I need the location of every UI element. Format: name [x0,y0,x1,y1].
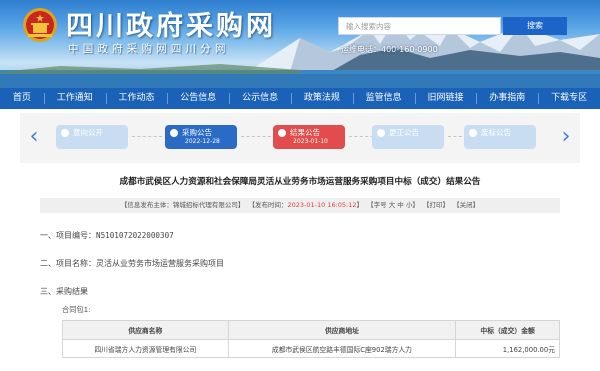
step-dot-icon [170,129,178,137]
contract-package-label: 合同包1: [62,305,91,314]
nav-item-work-news[interactable]: 工作动态 [105,88,168,109]
procurement-stage-stepper: ‹ › 意向公开 采购公告 2022-12-28 结果公告 2023-01-10… [20,113,580,163]
step-cancellation-notice[interactable]: 废标公告 [464,125,536,149]
nav-item-work-notice[interactable]: 工作通知 [43,88,106,109]
nav-item-guide[interactable]: 办事指南 [476,88,538,109]
step-correction-notice[interactable]: 更正公告 [372,125,444,149]
publisher-suffix: 】 [237,201,245,209]
cell-supplier-address: 成都市武侯区航空路丰德国际C座902瑞方人力 [227,339,457,358]
site-title: 四川政府采购网 [66,11,276,42]
result-table: 供应商名称 供应商地址 中标（成交）金额 四川省瑞方人力资源管理有限公司 成都市… [62,320,560,358]
hotline-text: 运维电话：400-160-0900 [341,45,438,54]
publish-time-suffix: 】 [356,201,364,209]
nav-item-announcements[interactable]: 公告信息 [167,88,229,109]
step-label: 意向公开 [73,128,103,137]
nav-item-policies[interactable]: 政策法规 [290,88,353,109]
main-nav: 首页 工作通知 工作动态 公告信息 公示信息 政策法规 监管信息 旧网链接 办事… [0,88,600,109]
cell-supplier-name: 四川省瑞方人力资源管理有限公司 [62,339,229,358]
search-input[interactable] [338,17,501,35]
header-supplier-address: 供应商地址 [227,320,457,340]
project-number-value: N5101072022000307 [96,231,174,240]
step-label: 废标公告 [481,128,511,137]
step-date: 2023-01-10 [293,138,328,145]
nav-item-publicity[interactable]: 公示信息 [229,88,291,109]
step-connector [132,136,162,137]
project-name-label: 二、项目名称： [40,259,96,268]
step-intent-disclosure[interactable]: 意向公开 [56,125,128,149]
national-emblem-icon [23,8,57,42]
chevron-left-icon[interactable]: ‹ [26,121,42,155]
step-label: 更正公告 [389,128,419,137]
step-dot-icon [469,129,477,137]
step-label: 结果公告 [290,128,320,137]
project-name-line: 二、项目名称：灵活从业劳务市场运营服务采购项目 [40,258,224,269]
step-dot-icon [61,129,69,137]
project-number-line: 一、项目编号：N5101072022000307 [40,230,174,241]
header-winning-amount: 中标（成交）金额 [455,320,560,340]
project-name-value: 灵活从业劳务市场运营服务采购项目 [96,259,224,268]
procurement-result-heading: 三、采购结果 [40,287,88,296]
close-link[interactable]: 【关闭】 [453,201,479,209]
publisher-name: 锦城招标代理有限公司 [172,201,238,209]
table-header-row: 供应商名称 供应商地址 中标（成交）金额 [62,320,560,340]
header-supplier-name: 供应商名称 [62,320,229,340]
nav-item-old-site-link[interactable]: 旧网链接 [414,88,477,109]
step-dot-icon [377,129,385,137]
step-procurement-notice[interactable]: 采购公告 2022-12-28 [165,125,237,149]
step-connector [241,136,271,137]
project-number-label: 一、项目编号： [40,231,96,240]
article-title: 成都市武侯区人力资源和社会保障局灵活从业劳务市场运营服务采购项目中标（成交）结果… [119,177,481,187]
publish-time-prefix: 【发布时间： [248,201,288,209]
font-size-controls[interactable]: 【字号 大 中 小】 [367,201,419,209]
cell-winning-amount: 1,162,000.00元 [455,339,560,358]
publisher-prefix: 【信息发布主体： [120,201,173,209]
site-subtitle: 中国政府采购网四川分网 [68,43,230,55]
step-result-notice[interactable]: 结果公告 2023-01-10 [273,125,345,149]
publish-time: 2023-01-10 16:05:12 [287,201,357,209]
step-date: 2022-12-28 [185,138,220,145]
article-meta-bar: 【信息发布主体：锦城招标代理有限公司】 【发布时间：2023-01-10 16:… [40,198,560,213]
table-row: 四川省瑞方人力资源管理有限公司 成都市武侯区航空路丰德国际C座902瑞方人力 1… [62,339,560,358]
step-label: 采购公告 [182,128,212,137]
nav-item-downloads[interactable]: 下载专区 [538,88,600,109]
nav-item-supervision[interactable]: 监管信息 [352,88,415,109]
step-dot-icon [278,129,286,137]
search-button[interactable]: 搜索 [503,17,567,35]
chevron-right-icon[interactable]: › [558,121,574,155]
print-link[interactable]: 【打印】 [423,201,449,209]
header-banner: 四川政府采购网 中国政府采购网四川分网 搜索 运维电话：400-160-0900 [0,0,600,90]
nav-item-home[interactable]: 首页 [0,88,44,109]
